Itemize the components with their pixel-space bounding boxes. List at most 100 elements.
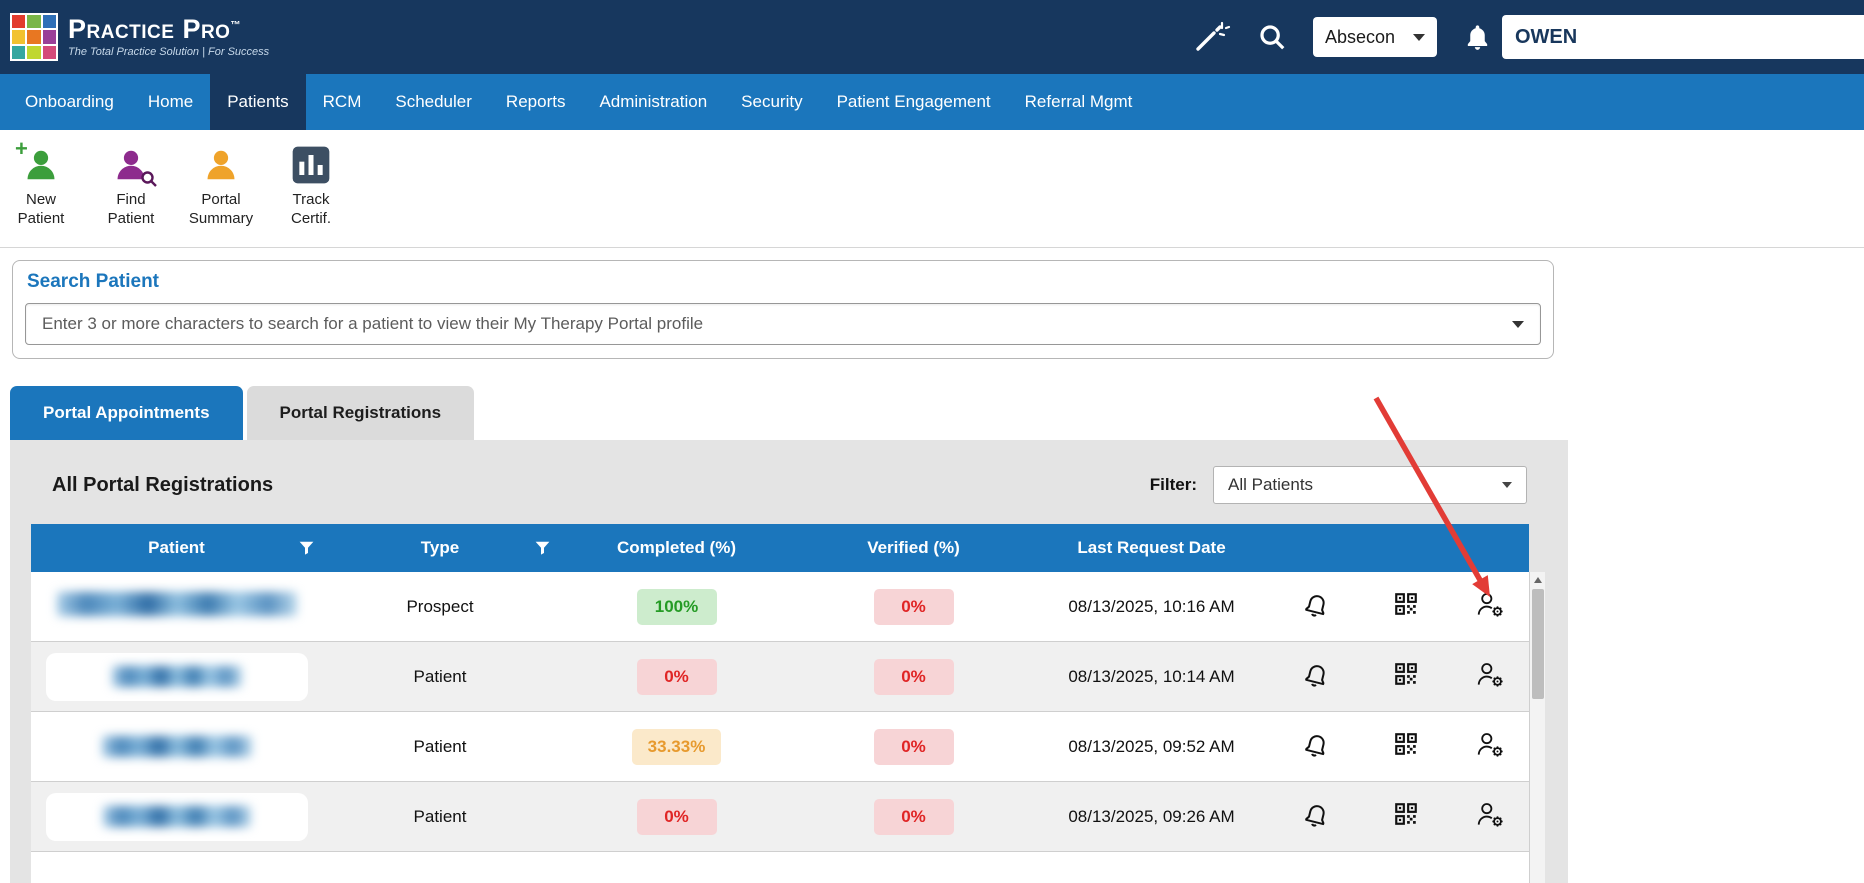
qr-code-icon[interactable]: [1393, 661, 1419, 687]
filter-funnel-icon[interactable]: [535, 541, 550, 555]
reminder-bell-icon[interactable]: [1303, 661, 1330, 688]
table-row: Patient 0% 0% 08/13/2025, 10:14 AM: [31, 642, 1529, 712]
trademark-symbol: ™: [230, 20, 241, 31]
reminder-bell-icon[interactable]: [1303, 801, 1330, 828]
plus-icon: +: [15, 136, 28, 161]
completed-badge: 33.33%: [631, 728, 722, 765]
registrations-table: Patient Type Completed (%) Verified (%) …: [31, 524, 1545, 883]
verified-badge: 0%: [873, 588, 954, 625]
notifications-bell-icon[interactable]: [1463, 22, 1492, 53]
panel-header: All Portal Registrations Filter: All Pat…: [10, 440, 1568, 524]
panel-title: All Portal Registrations: [52, 473, 274, 496]
redacted-patient-name[interactable]: [111, 666, 242, 687]
nav-item-referral-mgmt[interactable]: Referral Mgmt: [1008, 74, 1150, 130]
search-icon[interactable]: [1257, 22, 1287, 52]
col-header-patient: Patient: [31, 538, 322, 558]
track-certifications-button[interactable]: Track Certif.: [278, 144, 344, 229]
redaction-backdrop: [45, 792, 308, 841]
find-patient-icon: [111, 144, 157, 187]
patient-settings-icon[interactable]: [1475, 801, 1505, 828]
tool-label: Portal Summary: [188, 191, 254, 227]
chevron-down-icon: [1413, 33, 1425, 41]
tab-portal-registrations[interactable]: Portal Registrations: [246, 386, 475, 440]
redacted-patient-name[interactable]: [56, 592, 297, 616]
portal-summary-icon: [201, 144, 241, 186]
last-request-date-cell: 08/13/2025, 09:52 AM: [1068, 736, 1235, 756]
nav-item-patient-engagement[interactable]: Patient Engagement: [820, 74, 1008, 130]
nav-item-security[interactable]: Security: [724, 74, 819, 130]
user-menu[interactable]: OWEN: [1502, 15, 1864, 59]
verified-badge: 0%: [873, 798, 954, 835]
redacted-patient-name[interactable]: [101, 736, 252, 757]
search-patient-section: Search Patient Enter 3 or more character…: [12, 260, 1554, 359]
last-request-date-cell: 08/13/2025, 10:14 AM: [1068, 666, 1235, 686]
patients-toolbar: + New Patient Find Patient Portal Summary: [0, 130, 1864, 248]
patient-search-combobox[interactable]: Enter 3 or more characters to search for…: [25, 303, 1541, 345]
tool-label: New Patient: [17, 191, 65, 227]
reminder-bell-icon[interactable]: [1303, 731, 1330, 758]
nav-item-reports[interactable]: Reports: [489, 74, 583, 130]
nav-item-administration[interactable]: Administration: [582, 74, 724, 130]
nav-item-scheduler[interactable]: Scheduler: [378, 74, 489, 130]
portal-registrations-panel: All Portal Registrations Filter: All Pat…: [10, 440, 1568, 883]
table-row-partial: [31, 852, 1529, 883]
nav-item-patients[interactable]: Patients: [210, 74, 306, 130]
logo-mosaic-icon: [10, 13, 58, 61]
find-patient-button[interactable]: Find Patient: [98, 144, 164, 229]
table-header-row: Patient Type Completed (%) Verified (%) …: [31, 524, 1529, 572]
col-header-verified: Verified (%): [867, 538, 960, 557]
location-select[interactable]: Absecon: [1313, 17, 1437, 57]
qr-code-icon[interactable]: [1393, 731, 1419, 757]
patient-settings-icon[interactable]: [1475, 731, 1505, 758]
filter-group: Filter: All Patients: [1150, 466, 1527, 504]
verified-badge: 0%: [873, 658, 954, 695]
new-patient-icon: +: [15, 136, 61, 186]
redaction-backdrop: [45, 722, 308, 771]
filter-label: Filter:: [1149, 475, 1197, 494]
portal-tabs: Portal Appointments Portal Registrations: [10, 386, 1864, 440]
tool-label: Track Certif.: [290, 191, 331, 227]
qr-code-icon[interactable]: [1393, 591, 1419, 617]
tab-portal-appointments[interactable]: Portal Appointments: [10, 386, 243, 440]
nav-item-rcm[interactable]: RCM: [306, 74, 379, 130]
scrollbar-thumb[interactable]: [1531, 589, 1544, 699]
logo-tagline: The Total Practice Solution | For Succes…: [68, 46, 270, 58]
scroll-up-arrow-icon[interactable]: [1530, 572, 1545, 588]
patient-settings-icon[interactable]: [1475, 661, 1505, 688]
completed-badge: 0%: [636, 658, 717, 695]
reminder-bell-icon[interactable]: [1303, 591, 1330, 618]
search-placeholder-text: Enter 3 or more characters to search for…: [42, 314, 704, 333]
username-label: OWEN: [1515, 25, 1578, 48]
redaction-backdrop: [45, 652, 308, 701]
completed-badge: 0%: [636, 798, 717, 835]
col-header-type: Type: [322, 538, 558, 558]
last-request-date-cell: 08/13/2025, 09:26 AM: [1068, 806, 1235, 826]
new-patient-button[interactable]: + New Patient: [8, 136, 74, 229]
portal-summary-button[interactable]: Portal Summary: [188, 144, 254, 229]
last-request-date-cell: 08/13/2025, 10:16 AM: [1068, 596, 1235, 616]
table-scrollbar[interactable]: [1529, 572, 1545, 883]
logo-text: Practice Pro™ The Total Practice Solutio…: [68, 16, 270, 59]
filter-funnel-icon[interactable]: [299, 541, 314, 555]
patient-settings-icon[interactable]: [1475, 591, 1505, 618]
nav-item-onboarding[interactable]: Onboarding: [8, 74, 131, 130]
track-certifications-icon: [291, 144, 331, 186]
filter-selected-value: All Patients: [1228, 475, 1314, 494]
qr-code-icon[interactable]: [1393, 801, 1419, 827]
practice-pro-logo[interactable]: Practice Pro™ The Total Practice Solutio…: [10, 13, 269, 61]
col-header-completed: Completed (%): [617, 538, 736, 557]
nav-item-home[interactable]: Home: [131, 74, 210, 130]
magic-wand-icon[interactable]: [1193, 20, 1231, 54]
top-header: Practice Pro™ The Total Practice Solutio…: [0, 0, 1864, 74]
topbar-actions: Absecon: [1193, 17, 1492, 57]
chevron-down-icon: [1502, 482, 1512, 488]
patients-filter-select[interactable]: All Patients: [1213, 466, 1527, 504]
patient-type-cell: Patient: [413, 666, 467, 686]
col-header-last-request: Last Request Date: [1077, 538, 1226, 557]
patient-type-cell: Patient: [413, 736, 467, 756]
table-row: Prospect 100% 0% 08/13/2025, 10:16 AM: [31, 572, 1529, 642]
table-row: Patient 33.33% 0% 08/13/2025, 09:52 AM: [31, 712, 1529, 782]
verified-badge: 0%: [873, 728, 954, 765]
main-nav: Onboarding Home Patients RCM Scheduler R…: [0, 74, 1864, 130]
redacted-patient-name[interactable]: [102, 806, 251, 827]
